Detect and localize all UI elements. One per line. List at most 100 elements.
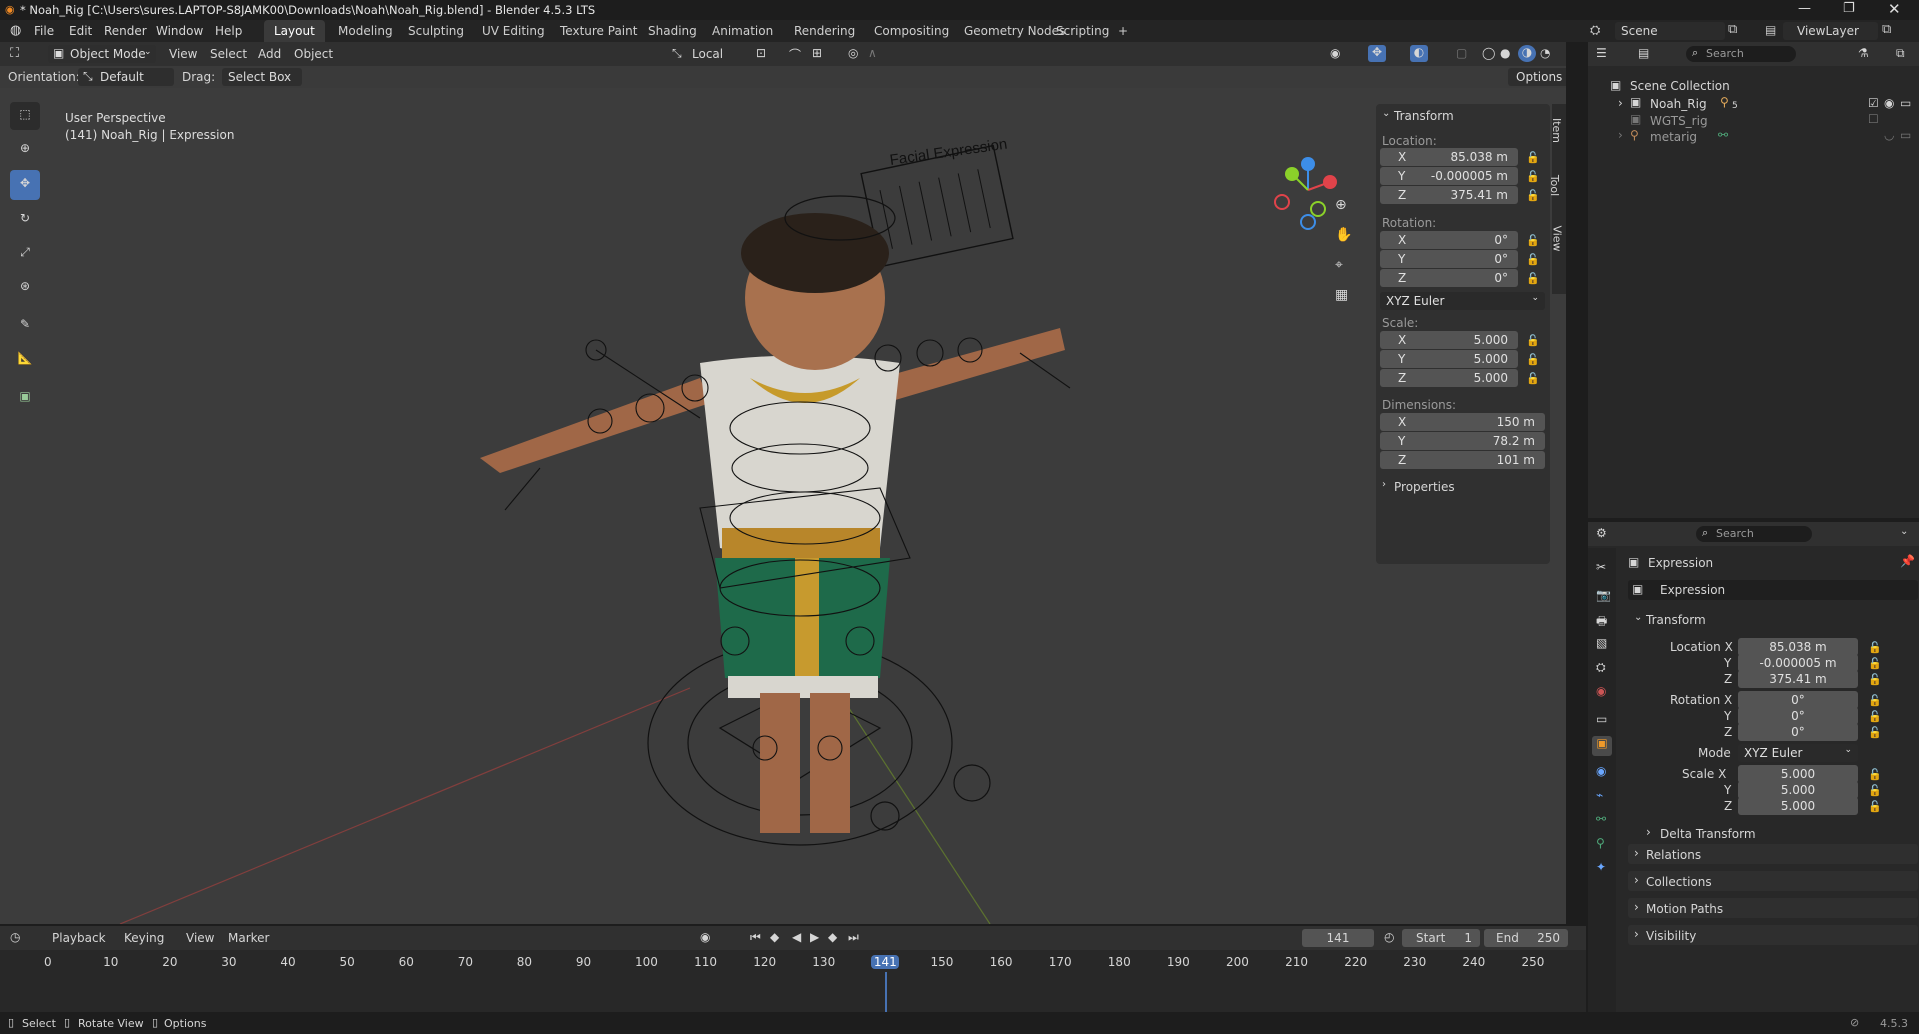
timeline-ruler[interactable]: 0 10 20 30 40 50 60 70 80 90 100 110 120 130 141 150 160…	[0, 950, 1586, 1012]
menu-edit[interactable]: Edit	[69, 24, 92, 38]
section-visibility-panel[interactable]: › Visibility	[1628, 925, 1918, 945]
menu-object[interactable]: Object	[294, 47, 333, 61]
outliner-search-input[interactable]: ⌕ Search	[1686, 46, 1796, 62]
lock-icon[interactable]: 🔓	[1868, 710, 1882, 723]
chevron-down-icon[interactable]: ⌄	[1382, 108, 1390, 119]
section-delta-transform[interactable]: Delta Transform	[1660, 827, 1756, 841]
options-button[interactable]: Options	[1508, 68, 1566, 86]
tab-item[interactable]: Item	[1550, 118, 1563, 143]
lock-icon[interactable]: 🔓	[1526, 272, 1540, 285]
tab-modeling[interactable]: Modeling	[328, 20, 403, 42]
outliner-item-noah-rig[interactable]: Noah_Rig	[1650, 97, 1707, 111]
bone-tab-icon[interactable]: ✦	[1596, 860, 1606, 874]
material-shading-icon[interactable]: ◑	[1518, 45, 1536, 62]
n-location-y[interactable]: Y -0.000005 m	[1380, 167, 1518, 185]
properties-search-input[interactable]: ⌕ Search	[1696, 526, 1812, 542]
current-frame-marker[interactable]: 141	[871, 955, 900, 969]
lock-icon[interactable]: 🔓	[1526, 253, 1540, 266]
drag-dropdown[interactable]: Select Box	[222, 68, 302, 86]
menu-help[interactable]: Help	[215, 24, 242, 38]
jump-start-icon[interactable]: ⏮	[750, 930, 761, 945]
pivot-icon[interactable]: ⊡	[756, 46, 766, 60]
menu-window[interactable]: Window	[156, 24, 203, 38]
output-tab-icon[interactable]: 🖶	[1596, 612, 1607, 633]
viewlayer-icon[interactable]: ▤	[1765, 23, 1776, 37]
menu-add[interactable]: Add	[258, 47, 281, 61]
visibility-icon[interactable]: ◉	[1330, 46, 1340, 60]
n-location-x[interactable]: X 85.038 m	[1380, 148, 1518, 166]
tab-view[interactable]: View	[1551, 225, 1564, 251]
outliner-root[interactable]: Scene Collection	[1630, 79, 1730, 93]
tab-texture-paint[interactable]: Texture Paint	[550, 20, 647, 42]
tab-rendering[interactable]: Rendering	[784, 20, 865, 42]
scene-tab-icon[interactable]: ⛭	[1596, 660, 1606, 675]
lock-icon[interactable]: 🔓	[1526, 334, 1540, 347]
physics-tab-icon[interactable]: ⌁	[1596, 788, 1603, 802]
new-viewlayer-icon[interactable]: ⧉	[1882, 22, 1891, 37]
viewport-area[interactable]: ⛶ ▣ Object Mode ⌄ View Select Add Object…	[0, 42, 1566, 924]
menu-keying[interactable]: Keying	[124, 931, 164, 945]
checkbox-icon[interactable]: ☐	[1868, 112, 1879, 126]
scene-icon[interactable]: ⛭	[1590, 23, 1600, 38]
menu-view[interactable]: View	[186, 931, 214, 945]
tab-layout[interactable]: Layout	[264, 20, 325, 42]
close-icon[interactable]: ✕	[1888, 0, 1901, 18]
current-frame-field[interactable]: 141	[1302, 929, 1374, 947]
lock-icon[interactable]: 🔓	[1868, 768, 1882, 781]
render-tab-icon[interactable]: 📷	[1596, 588, 1611, 602]
transform-orientation-selector[interactable]: Local	[692, 47, 723, 61]
menu-view[interactable]: View	[169, 47, 197, 61]
tab-compositing[interactable]: Compositing	[864, 20, 959, 42]
n-dimensions-y[interactable]: Y 78.2 m	[1380, 432, 1545, 450]
lock-icon[interactable]: 🔓	[1526, 372, 1540, 385]
minimize-icon[interactable]: —	[1798, 1, 1811, 16]
tab-sculpting[interactable]: Sculpting	[398, 20, 474, 42]
eye-icon[interactable]: ◉	[1884, 96, 1894, 110]
chevron-down-icon[interactable]: ⌄	[1900, 526, 1908, 537]
lock-icon[interactable]: 🔓	[1868, 784, 1882, 797]
n-properties-title[interactable]: Properties	[1394, 480, 1455, 494]
add-workspace-button[interactable]: +	[1108, 20, 1138, 42]
lock-icon[interactable]: 🔓	[1526, 234, 1540, 247]
constraint-tab-icon[interactable]: ⚯	[1596, 812, 1606, 826]
end-frame-field[interactable]: End 250	[1484, 929, 1568, 947]
collection-tab-icon[interactable]: ▭	[1596, 712, 1607, 726]
lock-icon[interactable]: 🔓	[1526, 353, 1540, 366]
snap-target-icon[interactable]: ⊞	[812, 46, 822, 60]
editor-type-icon[interactable]: ⚙	[1596, 526, 1607, 540]
checkbox-icon[interactable]: ☑	[1868, 96, 1879, 110]
rendered-shading-icon[interactable]: ◔	[1540, 46, 1550, 60]
new-collection-icon[interactable]: ⧉	[1896, 46, 1905, 61]
play-reverse-icon[interactable]: ◀	[792, 930, 801, 944]
menu-select[interactable]: Select	[210, 47, 247, 61]
display-mode-icon[interactable]: ▤	[1638, 46, 1649, 60]
clock-icon[interactable]: ◷	[10, 930, 20, 944]
falloff-icon[interactable]: ∧	[868, 46, 877, 60]
snap-icon[interactable]: ⌒	[789, 46, 801, 63]
lock-icon[interactable]: 🔓	[1868, 657, 1882, 670]
world-tab-icon[interactable]: ◉	[1596, 684, 1606, 698]
orientation-dropdown[interactable]: ⤡ Default	[78, 68, 174, 86]
view-layer-tab-icon[interactable]: ▧	[1596, 636, 1607, 650]
section-collections-panel[interactable]: › Collections	[1628, 871, 1918, 891]
next-keyframe-icon[interactable]: ◆	[828, 930, 837, 944]
prev-keyframe-icon[interactable]: ◆	[770, 930, 779, 944]
n-location-z[interactable]: Z 375.41 m	[1380, 186, 1518, 204]
prop-location-z[interactable]: 375.41 m	[1738, 670, 1858, 688]
viewport-scene[interactable]: Facial Expression	[0, 88, 1370, 924]
navigation-gizmo[interactable]	[1268, 152, 1348, 232]
datablock-field[interactable]: ▣ Expression	[1628, 580, 1918, 600]
tab-animation[interactable]: Animation	[702, 20, 783, 42]
chevron-right-icon[interactable]: ›	[1646, 825, 1651, 839]
editor-type-icon[interactable]: ⛶	[10, 46, 19, 61]
mode-selector[interactable]: ▣ Object Mode ⌄	[48, 45, 156, 63]
menu-playback[interactable]: Playback	[52, 931, 106, 945]
play-icon[interactable]: ▶	[810, 930, 819, 944]
tab-tool[interactable]: Tool	[1548, 175, 1561, 196]
n-rotation-mode[interactable]: XYZ Euler ⌄	[1380, 292, 1545, 310]
n-dimensions-z[interactable]: Z 101 m	[1380, 451, 1545, 469]
lock-icon[interactable]: 🔓	[1868, 726, 1882, 739]
solid-shading-icon[interactable]: ●	[1500, 46, 1510, 60]
n-transform-title[interactable]: Transform	[1394, 109, 1454, 123]
pan-hand-icon[interactable]: ✋	[1335, 227, 1352, 243]
